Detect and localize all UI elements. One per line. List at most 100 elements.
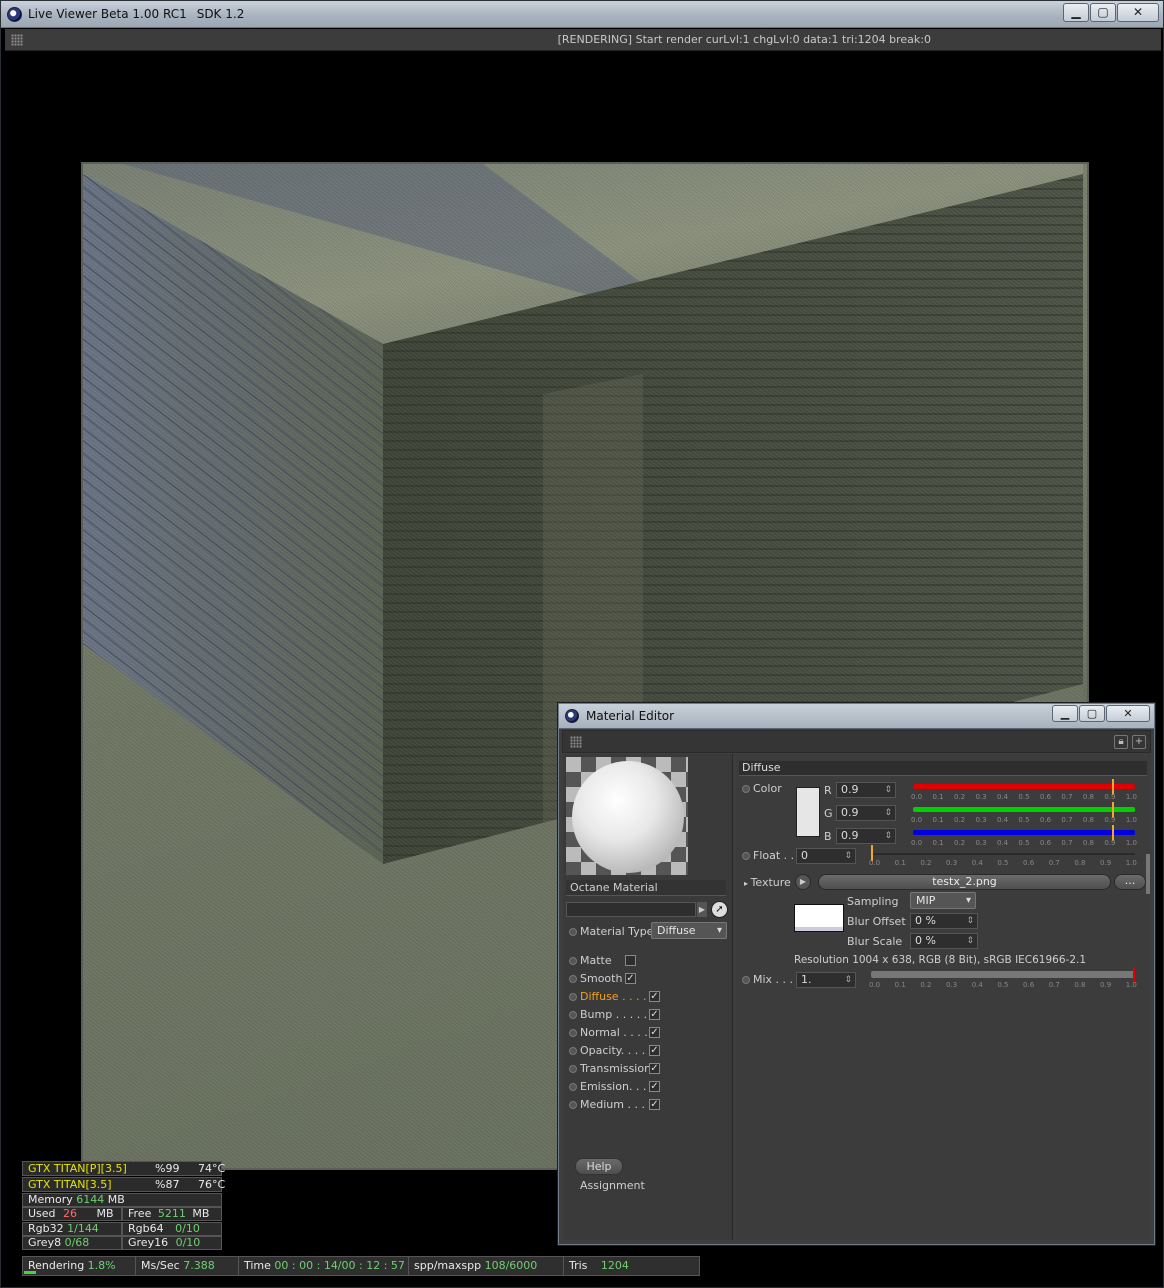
channel-checkbox[interactable]: ✓ — [649, 1027, 660, 1038]
drag-grip-icon[interactable] — [570, 736, 582, 748]
material-link-field[interactable] — [566, 902, 696, 917]
float-label: Float . . — [753, 849, 795, 862]
mix-slider[interactable] — [871, 967, 1135, 983]
channel-label[interactable]: Normal . . . . . — [580, 1026, 655, 1039]
tick-label: 0.6 — [1023, 859, 1035, 867]
channel-checkbox[interactable]: ✓ — [649, 1063, 660, 1074]
memory-free-label: Free — [128, 1207, 152, 1220]
right-pane-scrollbar[interactable] — [1146, 854, 1150, 894]
channel-label[interactable]: Matte — [580, 954, 612, 967]
tick-label: 0.4 — [971, 859, 983, 867]
tick-label: 0.3 — [946, 859, 958, 867]
channel-radio[interactable] — [569, 975, 577, 983]
channel-checkbox[interactable]: ✓ — [649, 1045, 660, 1056]
title-bar: Live Viewer Beta 1.00 RC1 SDK 1.2 ▁ ▢ ✕ — [1, 1, 1163, 28]
tick-label: 0.8 — [1074, 859, 1086, 867]
texture-arrow-icon[interactable]: ▶ — [795, 874, 811, 890]
channel-radio[interactable] — [569, 1011, 577, 1019]
blur-scale-label: Blur Scale — [847, 935, 903, 948]
me-maximize-button[interactable]: ▢ — [1079, 705, 1105, 722]
channel-checkbox[interactable]: ✓ — [649, 1081, 660, 1092]
tick-label: 0.8 — [1082, 793, 1095, 801]
sdk-version: SDK 1.2 — [196, 7, 245, 21]
channel-checkbox[interactable] — [625, 955, 636, 966]
channel-label[interactable]: Medium . . . . — [580, 1098, 652, 1111]
sampling-select[interactable]: MIP — [910, 892, 976, 909]
float-slider[interactable] — [871, 845, 1135, 861]
texture-file-button[interactable]: testx_2.png — [818, 874, 1111, 890]
channel-radio[interactable] — [569, 993, 577, 1001]
gpu-temp: 74°C — [198, 1162, 226, 1175]
material-type-select[interactable]: Diffuse — [651, 922, 727, 939]
channel-radio[interactable] — [569, 1029, 577, 1037]
channel-radio[interactable] — [569, 1047, 577, 1055]
blur-offset-input[interactable]: 0 % — [910, 913, 978, 929]
pick-cursor-icon[interactable]: ➚ — [711, 901, 728, 918]
grey8-value: 0/68 — [64, 1236, 90, 1249]
lock-icon[interactable]: 🔒︎ — [1114, 735, 1128, 749]
mssec-label: Ms/Sec — [141, 1259, 180, 1272]
texture-label-text: Texture — [750, 876, 791, 889]
channel-checkbox[interactable]: ✓ — [649, 1099, 660, 1110]
color-radio[interactable] — [742, 785, 750, 793]
channel-radio[interactable] — [569, 957, 577, 965]
float-input[interactable]: 0 — [796, 848, 856, 864]
material-preview[interactable] — [566, 757, 688, 875]
r-input[interactable]: 0.9 — [836, 782, 896, 798]
channel-checkbox[interactable]: ✓ — [649, 1009, 660, 1020]
channel-label[interactable]: Diffuse . . . . . — [580, 990, 654, 1003]
channel-radio[interactable] — [569, 1083, 577, 1091]
maximize-button[interactable]: ▢ — [1090, 3, 1116, 22]
b-slider[interactable] — [913, 825, 1135, 841]
material-type-radio[interactable] — [569, 928, 577, 936]
assignment-label[interactable]: Assignment — [580, 1179, 645, 1192]
blur-scale-input[interactable]: 0 % — [910, 933, 978, 949]
close-button[interactable]: ✕ — [1117, 3, 1159, 22]
tick-label: 0.6 — [1039, 839, 1052, 847]
minimize-button[interactable]: ▁ — [1063, 3, 1089, 22]
tick-label: 0.5 — [997, 981, 1009, 989]
g-slider-ticks: 0.0 0.1 0.2 0.3 0.4 0.5 0.6 0.7 0.8 0.9 1.0 — [911, 816, 1137, 824]
tris-value: 1204 — [600, 1259, 629, 1272]
r-slider[interactable] — [913, 779, 1135, 795]
material-left-pane: Octane Material ▶ ➚ Material Type Diffus… — [563, 754, 733, 1240]
help-button[interactable]: Help — [575, 1158, 623, 1175]
window-title: Live Viewer Beta 1.00 RC1 SDK 1.2 — [28, 7, 244, 21]
rendering-value: 1.8% — [87, 1259, 116, 1272]
channel-checkbox[interactable]: ✓ — [625, 973, 636, 984]
tick-label: 0.1 — [932, 816, 944, 824]
tris-label: Tris — [569, 1259, 588, 1272]
channel-label[interactable]: Transmission — [580, 1062, 651, 1075]
channel-radio[interactable] — [569, 1065, 577, 1073]
memory-free-unit: MB — [192, 1207, 210, 1220]
g-input[interactable]: 0.9 — [836, 805, 896, 821]
channel-label[interactable]: Bump . . . . . . — [580, 1008, 654, 1021]
expand-triangle-icon[interactable]: ▸ — [744, 879, 751, 888]
material-editor-window: Material Editor ▁ ▢ ✕ 🔒︎ + Octane Materi… — [558, 703, 1155, 1245]
tick-label: 1.0 — [1125, 981, 1137, 989]
new-window-icon[interactable]: + — [1132, 735, 1146, 749]
texture-browse-button[interactable]: ... — [1114, 874, 1146, 890]
mix-radio[interactable] — [742, 976, 750, 984]
color-swatch[interactable] — [796, 787, 820, 837]
me-close-button[interactable]: ✕ — [1106, 705, 1150, 722]
channel-radio[interactable] — [569, 1101, 577, 1109]
render-status-message: [RENDERING] Start render curLvl:1 chgLvl… — [557, 33, 931, 46]
channel-label[interactable]: Opacity. . . . . — [580, 1044, 652, 1057]
channel-label[interactable]: Emission. . . . — [580, 1080, 653, 1093]
channel-label[interactable]: Smooth — [580, 972, 622, 985]
me-minimize-button[interactable]: ▁ — [1052, 705, 1078, 722]
mix-input[interactable]: 1. — [796, 972, 856, 988]
memory-total: Memory 6144 MB — [22, 1193, 222, 1207]
float-radio[interactable] — [742, 852, 750, 860]
material-editor-window-controls: ▁ ▢ ✕ — [1052, 705, 1150, 722]
memory-used-value: 26 — [63, 1207, 78, 1220]
tick-label: 0.2 — [920, 981, 932, 989]
ms-per-sec: Ms/Sec 7.388 — [136, 1257, 239, 1275]
mix-slider-track — [871, 971, 1135, 978]
channel-checkbox[interactable]: ✓ — [649, 991, 660, 1002]
g-slider[interactable] — [913, 802, 1135, 818]
b-input[interactable]: 0.9 — [836, 828, 896, 844]
link-arrow-icon[interactable]: ▶ — [697, 902, 707, 917]
rgb64-value: 0/10 — [175, 1222, 200, 1235]
